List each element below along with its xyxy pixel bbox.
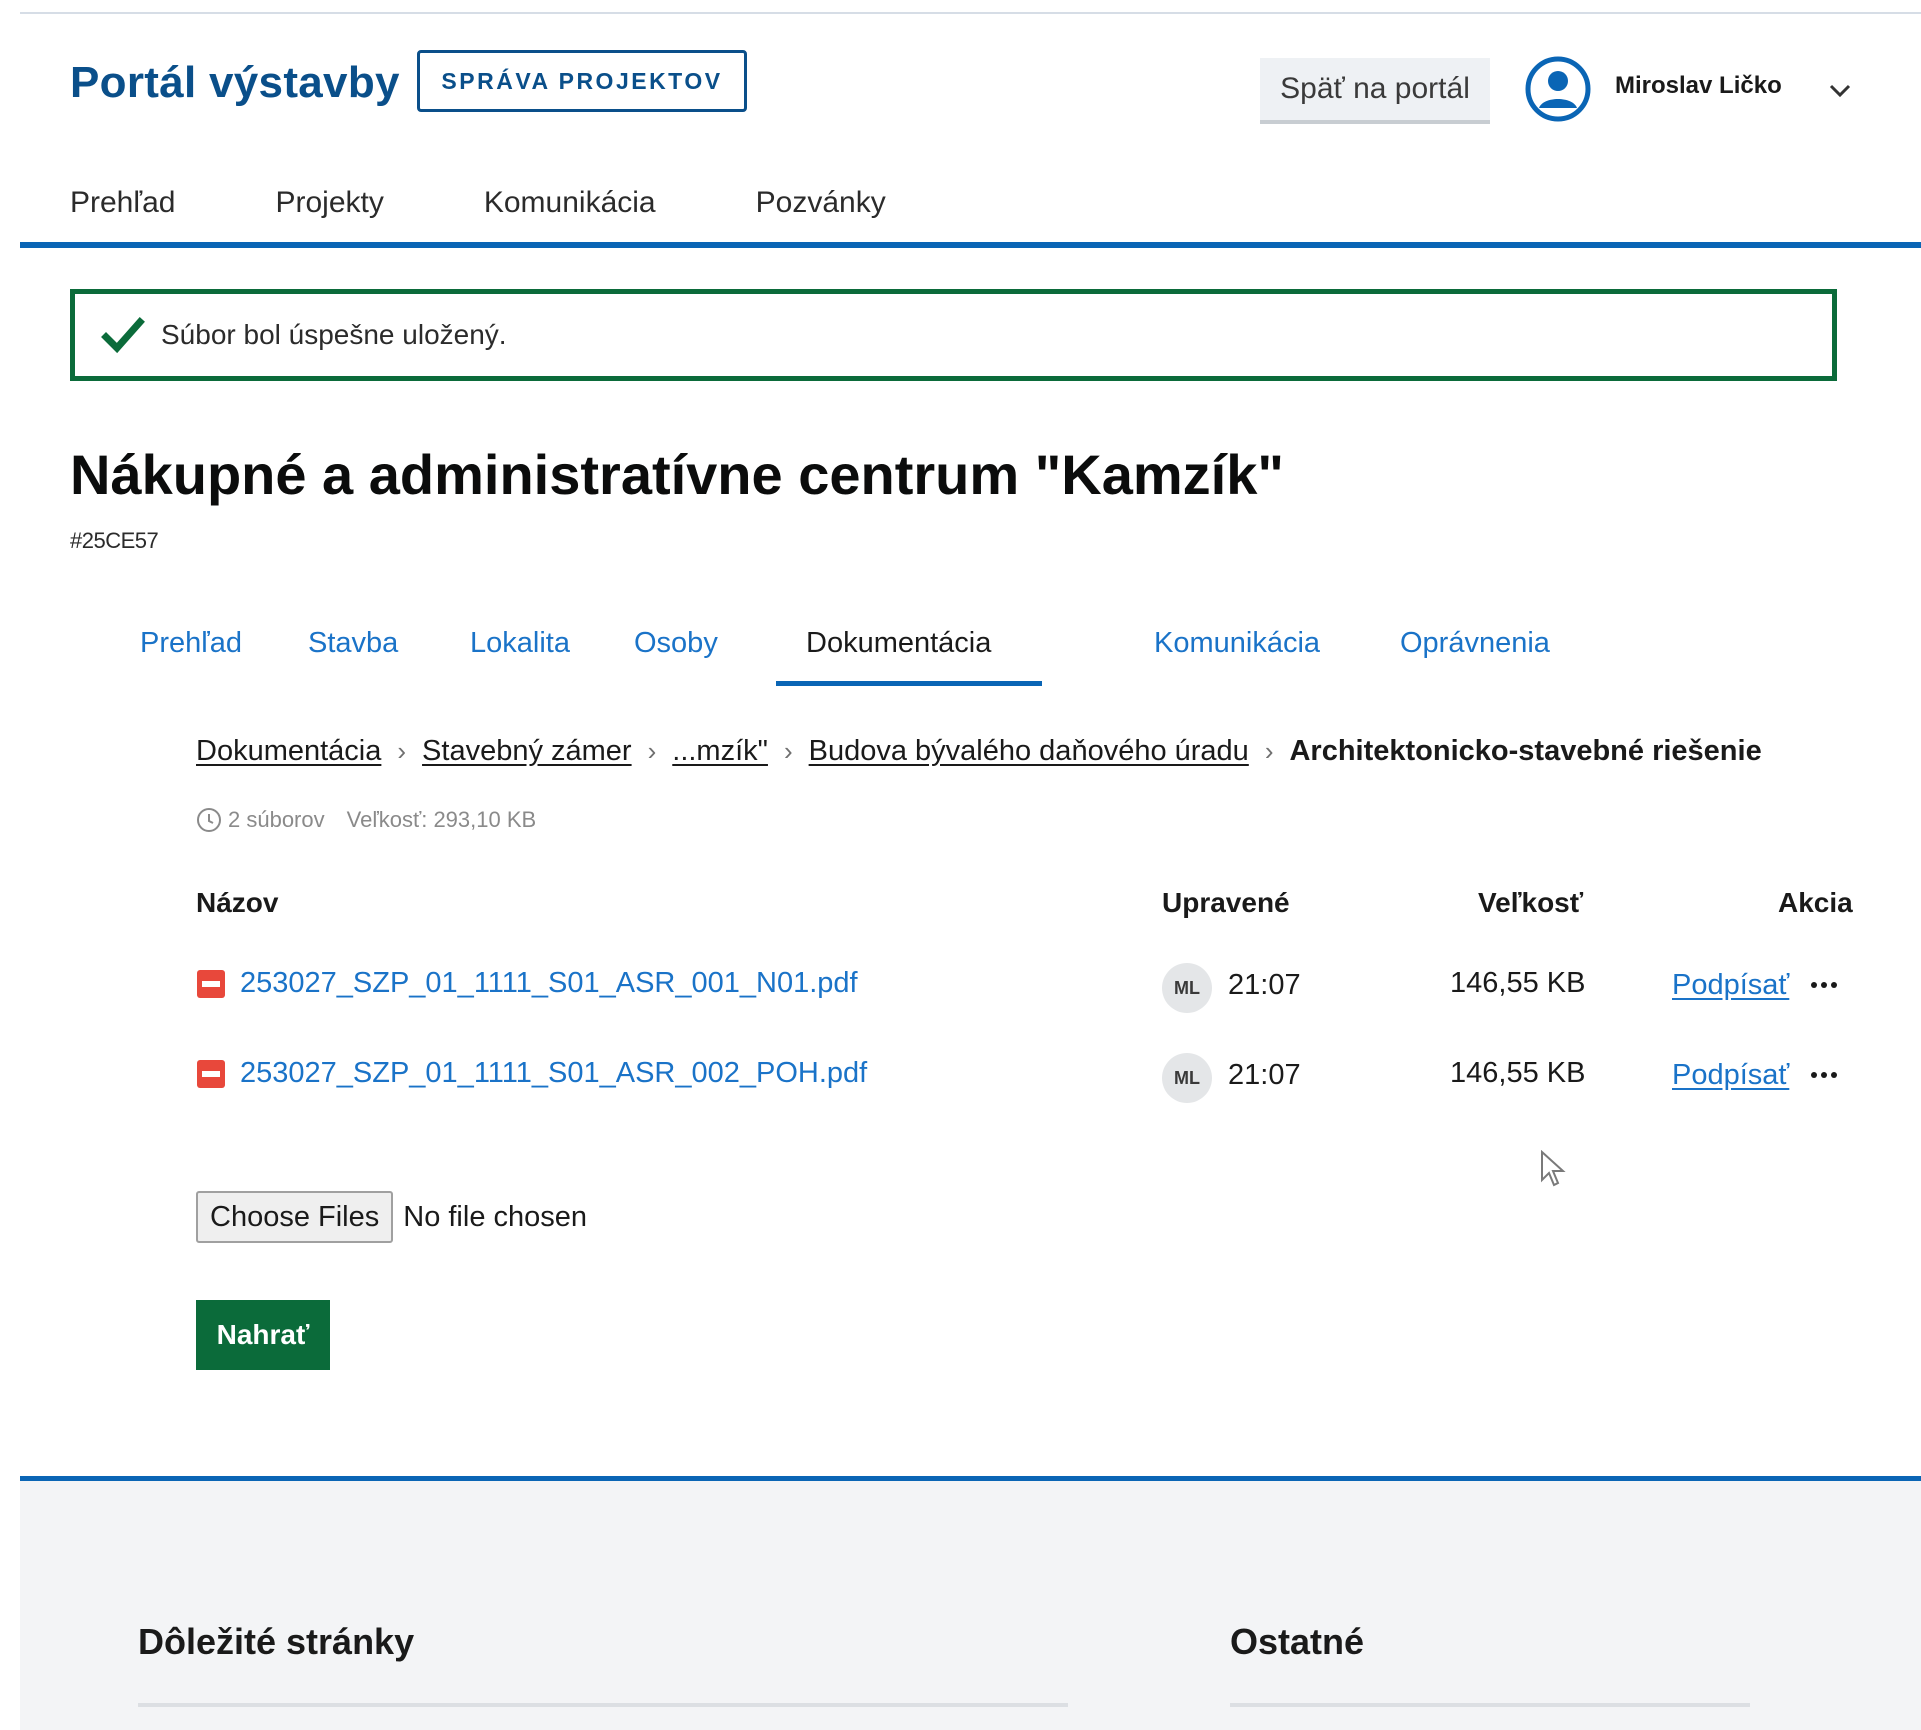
nav-item-projekty[interactable]: Projekty [275, 186, 383, 220]
nav-item-prehlad[interactable]: Prehľad [70, 186, 175, 220]
project-id: #25CE57 [70, 528, 159, 553]
footer-heading-important-pages: Dôležité stránky [138, 1621, 415, 1662]
column-header-size[interactable]: Veľkosť [1478, 887, 1583, 919]
no-file-label: No file chosen [403, 1200, 588, 1233]
brand-logo[interactable]: Portál výstavby [70, 58, 400, 108]
user-name[interactable]: Miroslav Ličko [1615, 72, 1782, 100]
tab-prehlad[interactable]: Prehľad [140, 627, 242, 660]
footer-heading-other: Ostatné [1230, 1621, 1365, 1662]
breadcrumb-current: Architektonicko-stavebné riešenie [1289, 735, 1762, 767]
main-nav: Prehľad Projekty Komunikácia Pozvánky [70, 186, 986, 220]
file-size: 146,55 KB [1450, 1057, 1586, 1089]
sign-link[interactable]: Podpísať [1672, 969, 1789, 1002]
chevron-down-icon[interactable] [1825, 76, 1855, 106]
breadcrumb-separator-icon: › [1264, 736, 1274, 766]
file-link[interactable]: 253027_SZP_01_1111_S01_ASR_002_POH.pdf [240, 1057, 867, 1090]
choose-files-button[interactable]: Choose Files [196, 1191, 394, 1243]
section-badge: SPRÁVA PROJEKTOV [417, 50, 747, 112]
active-tab-indicator [776, 681, 1042, 686]
breadcrumb-separator-icon: › [647, 736, 657, 766]
table-row: 253027_SZP_01_1111_S01_ASR_002_POH.pdf M… [196, 1051, 1846, 1111]
avatar: ML [1162, 1053, 1212, 1103]
checkmark-icon [101, 317, 145, 354]
column-header-action: Akcia [1778, 887, 1853, 918]
tab-komunikacia[interactable]: Komunikácia [1154, 627, 1320, 660]
sign-link[interactable]: Podpísať [1672, 1059, 1789, 1092]
breadcrumb-link-budova[interactable]: Budova bývalého daňového úradu [809, 735, 1249, 768]
page-frame: Portál výstavby SPRÁVA PROJEKTOV Späť na… [20, 12, 1921, 1730]
tab-lokalita[interactable]: Lokalita [470, 627, 570, 660]
header-divider [20, 242, 1921, 248]
table-row: 253027_SZP_01_1111_S01_ASR_001_N01.pdf M… [196, 961, 1846, 1021]
pdf-file-icon [197, 970, 225, 998]
avatar: ML [1162, 963, 1212, 1013]
tab-osoby[interactable]: Osoby [634, 627, 718, 660]
site-header: Portál výstavby SPRÁVA PROJEKTOV Späť na… [20, 14, 1921, 252]
file-size: 146,55 KB [1450, 967, 1586, 999]
tab-opravnenia[interactable]: Oprávnenia [1400, 627, 1550, 660]
modified-time: 21:07 [1228, 1059, 1301, 1091]
pdf-file-icon [197, 1060, 225, 1088]
footer-divider-left [138, 1703, 1068, 1707]
tab-dokumentacia[interactable]: Dokumentácia [806, 627, 991, 660]
nav-item-komunikacia[interactable]: Komunikácia [484, 186, 656, 220]
more-options-icon[interactable] [1808, 975, 1840, 995]
modified-time: 21:07 [1228, 969, 1301, 1001]
footer-divider-right [1230, 1703, 1750, 1707]
more-options-icon[interactable] [1808, 1065, 1840, 1085]
mouse-cursor-icon [1541, 1150, 1566, 1187]
breadcrumb-separator-icon: › [397, 736, 407, 766]
nav-item-pozvanky[interactable]: Pozvánky [756, 186, 886, 220]
back-to-portal-button[interactable]: Späť na portál [1260, 58, 1490, 124]
file-link[interactable]: 253027_SZP_01_1111_S01_ASR_001_N01.pdf [240, 967, 858, 1000]
success-alert: Súbor bol úspešne uložený. [70, 289, 1837, 381]
column-header-name[interactable]: Názov [196, 887, 278, 919]
column-header-modified[interactable]: Upravené [1162, 887, 1290, 919]
user-avatar-icon[interactable] [1525, 56, 1591, 122]
breadcrumb-link-dokumentacia[interactable]: Dokumentácia [196, 735, 381, 768]
breadcrumb-link-kamzik[interactable]: ...mzík" [672, 735, 768, 768]
file-upload-input: Choose Files No file chosen [196, 1191, 587, 1243]
project-panel: Prehľad Stavba Lokalita Osoby Dokumentác… [80, 597, 1853, 1405]
site-footer: Dôležité stránky Ostatné [20, 1481, 1921, 1730]
breadcrumb-separator-icon: › [783, 736, 793, 766]
folder-size: Veľkosť: 293,10 KB [346, 807, 537, 832]
file-count: 2 súborov [228, 807, 325, 832]
breadcrumb-link-stavebny-zamer[interactable]: Stavebný zámer [422, 735, 632, 768]
upload-button[interactable]: Nahrať [196, 1300, 330, 1370]
folder-meta: 2 súborov Veľkosť: 293,10 KB [196, 807, 536, 833]
breadcrumb: Dokumentácia › Stavebný zámer › ...mzík"… [196, 735, 1762, 768]
alert-message: Súbor bol úspešne uložený. [161, 319, 507, 350]
page-title: Nákupné a administratívne centrum "Kamzí… [70, 443, 1284, 506]
tab-stavba[interactable]: Stavba [308, 627, 398, 660]
info-icon [197, 808, 221, 832]
